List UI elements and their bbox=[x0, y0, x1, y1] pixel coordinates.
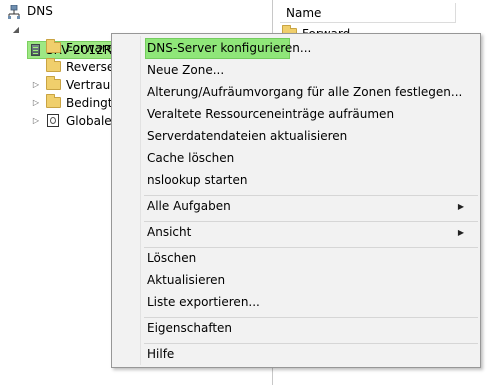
expand-arrow-icon[interactable]: ▷ bbox=[31, 93, 41, 113]
menu-item-label: Alle Aufgaben bbox=[147, 199, 231, 213]
menu-item-label: nslookup starten bbox=[147, 173, 248, 187]
expand-arrow-icon[interactable]: ▷ bbox=[31, 111, 41, 131]
menu-item-delete[interactable]: Löschen bbox=[114, 248, 478, 269]
folder-icon bbox=[46, 76, 61, 90]
menu-item-new-zone[interactable]: Neue Zone... bbox=[114, 60, 478, 81]
collapse-arrow-icon[interactable]: ◢ bbox=[11, 20, 21, 40]
context-menu: DNS-Server konfigurieren... Neue Zone...… bbox=[111, 33, 481, 368]
menu-item-clear-cache[interactable]: Cache löschen bbox=[114, 148, 478, 169]
menu-item-label: Löschen bbox=[147, 251, 197, 265]
submenu-arrow-icon: ▶ bbox=[457, 202, 464, 211]
menu-item-label: Ansicht bbox=[147, 225, 192, 239]
menu-item-set-aging-scavenging[interactable]: Alterung/Aufräumvorgang für alle Zonen f… bbox=[114, 82, 478, 103]
menu-item-label: Serverdatendateien aktualisieren bbox=[147, 129, 348, 143]
menu-item-all-tasks[interactable]: Alle Aufgaben ▶ bbox=[114, 196, 478, 217]
menu-item-label: Hilfe bbox=[147, 347, 175, 361]
menu-item-label: Eigenschaften bbox=[147, 321, 233, 335]
folder-icon bbox=[46, 94, 61, 108]
menu-item-label: Veraltete Ressourceneinträge aufräumen bbox=[147, 107, 395, 121]
menu-item-scavenge-stale-records[interactable]: Veraltete Ressourceneinträge aufräumen bbox=[114, 104, 478, 125]
submenu-arrow-icon: ▶ bbox=[457, 228, 464, 237]
menu-item-label: Alterung/Aufräumvorgang für alle Zonen f… bbox=[147, 85, 463, 99]
menu-item-label: Liste exportieren... bbox=[147, 295, 260, 309]
log-book-icon bbox=[47, 114, 59, 127]
tree-node-label: Vertraue bbox=[66, 78, 118, 92]
menu-item-update-data-files[interactable]: Serverdatendateien aktualisieren bbox=[114, 126, 478, 147]
menu-item-label: Neue Zone... bbox=[147, 63, 225, 77]
tree-node-label: DNS bbox=[27, 4, 53, 18]
column-header-name[interactable]: Name bbox=[280, 3, 456, 23]
folder-icon bbox=[46, 39, 61, 53]
menu-item-label: Aktualisieren bbox=[147, 273, 226, 287]
folder-icon bbox=[46, 58, 61, 72]
menu-item-refresh[interactable]: Aktualisieren bbox=[114, 270, 478, 291]
menu-item-label: DNS-Server konfigurieren... bbox=[147, 41, 312, 55]
menu-item-properties[interactable]: Eigenschaften bbox=[114, 318, 478, 339]
menu-item-launch-nslookup[interactable]: nslookup starten bbox=[114, 170, 478, 191]
menu-item-help[interactable]: Hilfe bbox=[114, 344, 478, 365]
menu-item-configure-dns-server[interactable]: DNS-Server konfigurieren... bbox=[145, 38, 311, 59]
menu-item-export-list[interactable]: Liste exportieren... bbox=[114, 292, 478, 313]
menu-item-view[interactable]: Ansicht ▶ bbox=[114, 222, 478, 243]
tree-node-server[interactable]: ◢ SRV-2012R2 bbox=[0, 20, 120, 59]
expand-arrow-icon[interactable]: ▷ bbox=[31, 75, 41, 95]
dns-server-icon bbox=[8, 5, 20, 19]
menu-item-label: Cache löschen bbox=[147, 151, 235, 165]
